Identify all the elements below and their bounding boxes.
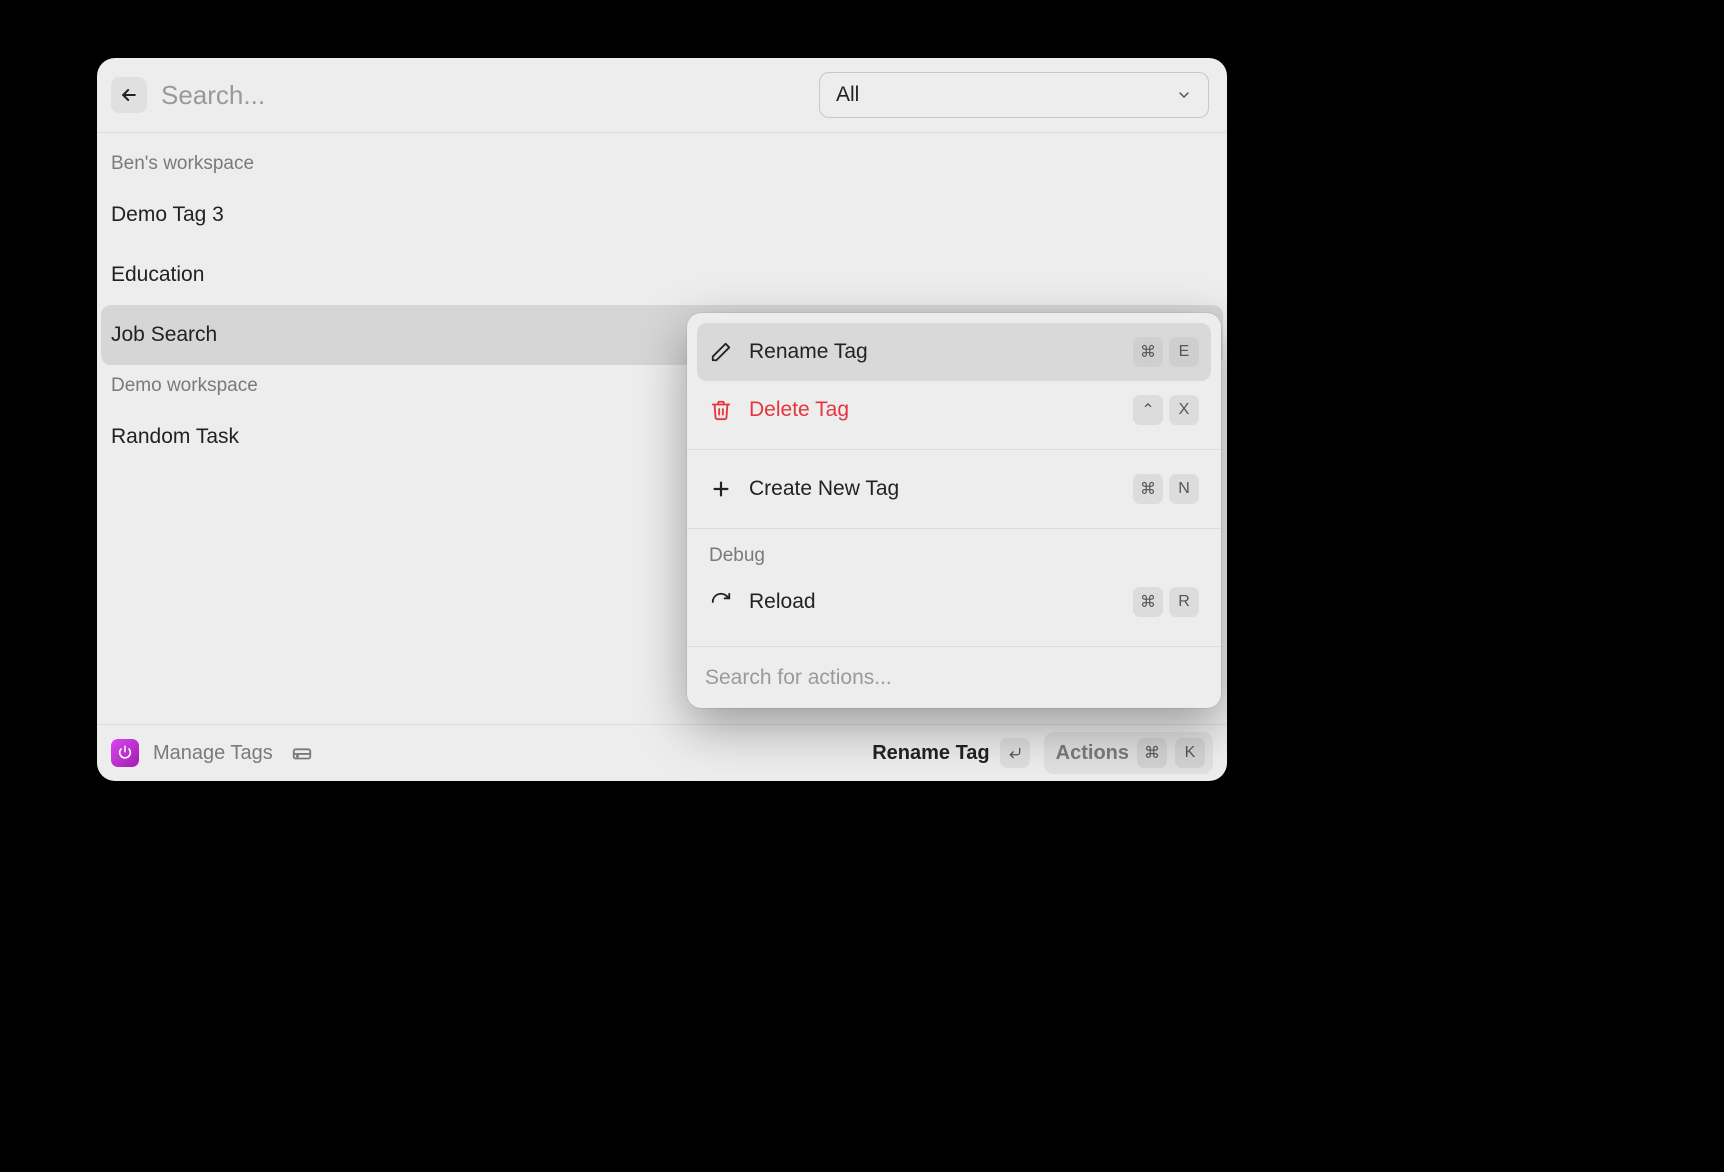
kbd-k: K — [1175, 738, 1205, 768]
menu-item-label: Rename Tag — [749, 340, 1117, 364]
menu-shortcut: ⌘ R — [1133, 587, 1199, 617]
kbd-cmd: ⌘ — [1137, 738, 1167, 768]
divider — [687, 528, 1221, 529]
menu-shortcut: ⌘ E — [1133, 337, 1199, 367]
app-icon — [111, 739, 139, 767]
plus-icon — [709, 477, 733, 501]
filter-dropdown[interactable]: All — [819, 72, 1209, 118]
primary-action-label: Rename Tag — [872, 742, 989, 765]
trash-icon — [709, 398, 733, 422]
filter-dropdown-label: All — [836, 83, 859, 107]
reload-icon — [709, 590, 733, 614]
context-menu: Rename Tag ⌘ E Delete Tag ⌃ X Create New… — [687, 313, 1221, 708]
drive-icon — [287, 740, 317, 766]
menu-item-reload[interactable]: Reload ⌘ R — [697, 573, 1211, 631]
pencil-icon — [709, 340, 733, 364]
divider — [687, 449, 1221, 450]
menu-section-header: Debug — [697, 539, 1211, 573]
menu-item-label: Create New Tag — [749, 477, 1117, 501]
menu-item-delete-tag[interactable]: Delete Tag ⌃ X — [697, 381, 1211, 439]
menu-item-label: Delete Tag — [749, 398, 1117, 422]
menu-shortcut: ⌘ N — [1133, 474, 1199, 504]
power-icon — [117, 745, 133, 761]
chevron-down-icon — [1176, 87, 1192, 103]
section-header: Ben's workspace — [97, 143, 1227, 185]
enter-key-icon — [1000, 738, 1030, 768]
arrow-left-icon — [119, 85, 139, 105]
search-input[interactable] — [161, 80, 805, 111]
menu-shortcut: ⌃ X — [1133, 395, 1199, 425]
menu-item-rename-tag[interactable]: Rename Tag ⌘ E — [697, 323, 1211, 381]
menu-item-create-new-tag[interactable]: Create New Tag ⌘ N — [697, 460, 1211, 518]
header: All — [97, 58, 1227, 133]
actions-button[interactable]: Actions ⌘ K — [1044, 732, 1213, 774]
context-menu-body: Rename Tag ⌘ E Delete Tag ⌃ X Create New… — [687, 313, 1221, 646]
primary-action[interactable]: Rename Tag — [872, 738, 1029, 768]
footer-title: Manage Tags — [153, 742, 273, 765]
actions-button-label: Actions — [1056, 742, 1129, 765]
menu-item-label: Reload — [749, 590, 1117, 614]
footer: Manage Tags Rename Tag Actions ⌘ K — [97, 724, 1227, 781]
context-menu-search — [687, 646, 1221, 708]
tag-item[interactable]: Education — [97, 245, 1227, 305]
context-menu-search-input[interactable] — [705, 666, 1203, 690]
tag-item[interactable]: Demo Tag 3 — [97, 185, 1227, 245]
back-button[interactable] — [111, 77, 147, 113]
